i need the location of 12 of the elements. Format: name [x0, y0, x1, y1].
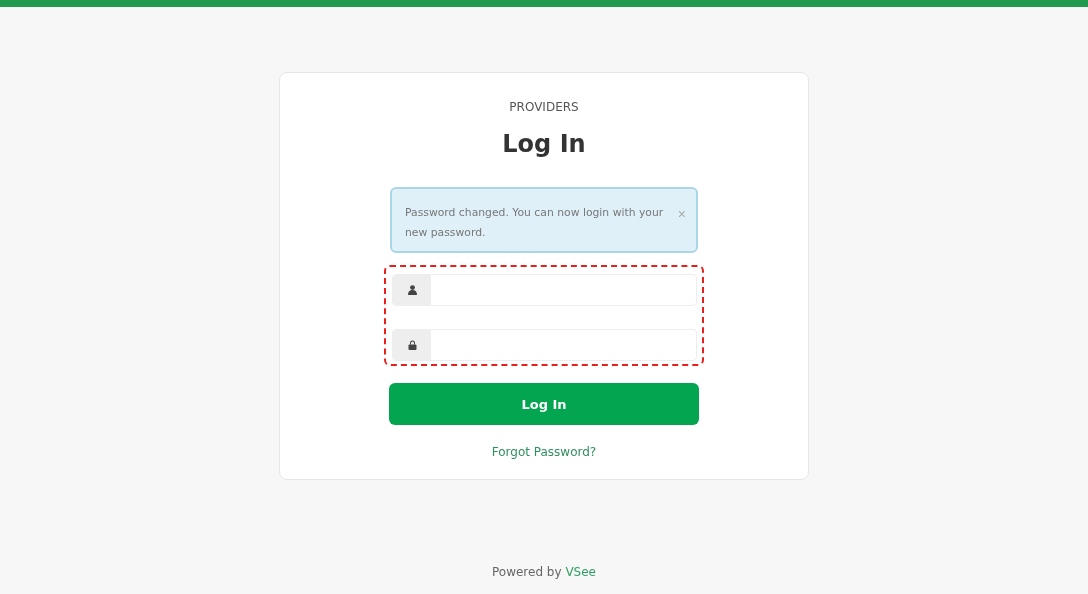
alert-message: Password changed. You can now login with your new password.	[405, 205, 665, 241]
page-title: Log In	[502, 129, 586, 160]
username-field[interactable]	[392, 274, 697, 306]
password-field[interactable]	[392, 329, 697, 361]
vsee-link[interactable]: VSee	[565, 565, 596, 579]
login-button[interactable]: Log In	[389, 383, 699, 425]
close-button[interactable]: ×	[677, 205, 686, 223]
section-label: PROVIDERS	[509, 100, 579, 114]
forgot-password-link[interactable]: Forgot Password?	[491, 445, 597, 459]
user-icon	[407, 285, 417, 295]
powered-by-text: Powered by VSee	[492, 565, 596, 579]
lock-icon	[407, 340, 417, 350]
